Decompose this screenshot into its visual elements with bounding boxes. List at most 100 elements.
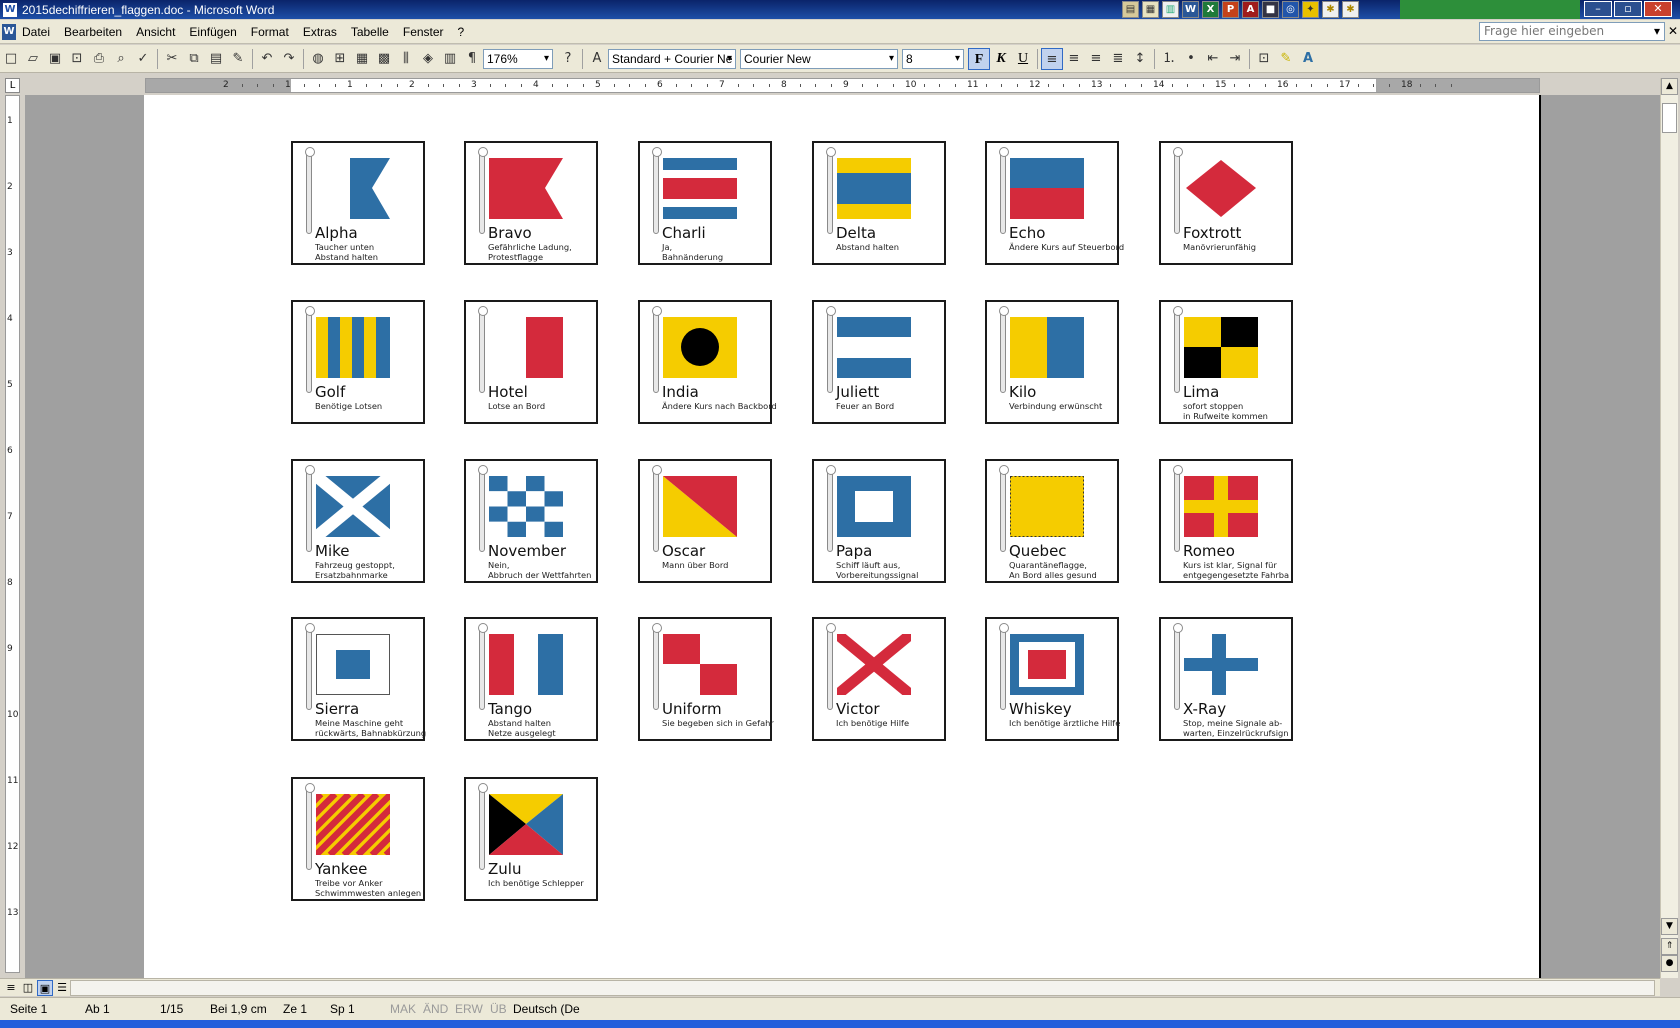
style-select[interactable]: Standard + Courier Ne [608,48,736,69]
show-formatting-icon[interactable]: ¶ [461,48,483,70]
flag-card[interactable]: Victor Ich benötige Hilfe [812,617,946,741]
flag-card[interactable]: Juliett Feuer an Bord [812,300,946,424]
styles-icon[interactable]: A [586,48,608,70]
flag-card[interactable]: November Nein, Abbruch der Wettfahrten [464,459,598,583]
help-search-input[interactable]: Frage hier eingeben [1479,22,1665,41]
print-preview-icon[interactable]: ⌕ [110,48,132,70]
tool-icon[interactable]: ■ [1262,1,1279,18]
globe-icon[interactable]: ◎ [1282,1,1299,18]
flag-card[interactable]: Echo Ändere Kurs auf Steuerbord [985,141,1124,265]
document-icon[interactable]: W [2,23,16,40]
italic-button[interactable]: K [990,48,1012,70]
flag-card[interactable]: Foxtrott Manövrierunfähig [1159,141,1293,265]
flag-card[interactable]: Whiskey Ich benötige ärztliche Hilfe [985,617,1120,741]
minimize-button[interactable]: – [1584,1,1612,17]
tab-selector-icon[interactable]: L [5,78,20,93]
flag-card[interactable]: Mike Fahrzeug gestoppt, Ersatzbahnmarke [291,459,425,583]
align-right-icon[interactable]: ≡ [1085,48,1107,70]
scroll-thumb[interactable] [1662,103,1677,133]
status-language[interactable]: Deutsch (De [513,1002,580,1016]
flag-card[interactable]: Oscar Mann über Bord [638,459,772,583]
font-color-icon[interactable]: A [1297,48,1319,70]
normal-view-icon[interactable]: ≡ [3,980,19,996]
flag-card[interactable]: Bravo Gefährliche Ladung, Protestflagge [464,141,598,265]
maximize-button[interactable]: ▫ [1614,1,1642,17]
lightbulb-icon[interactable]: ✱ [1322,1,1339,18]
flag-card[interactable]: Papa Schiff läuft aus, Vorbereitungssigna… [812,459,946,583]
decrease-indent-icon[interactable]: ⇤ [1202,48,1224,70]
insert-excel-icon[interactable]: ▩ [373,48,395,70]
bold-button[interactable]: F [968,47,990,70]
flag-card[interactable]: Yankee Treibe vor Anker Schwimmwesten anl… [291,777,425,901]
horizontal-scroll-track[interactable] [70,980,1655,996]
bullets-icon[interactable]: • [1180,48,1202,70]
scroll-down-button[interactable]: ▼ [1661,918,1678,935]
horizontal-scrollbar[interactable]: ≡ ◫ ▣ ☰ [0,978,1660,996]
flag-card[interactable]: Golf Benötige Lotsen [291,300,425,424]
horizontal-ruler[interactable]: 2 1 1 2 3 4 5 6 7 8 9 10 11 12 13 14 15 16 17 18 [145,78,1540,93]
document-page[interactable]: Alpha Taucher unten Abstand halten Bravo Ge… [144,95,1541,978]
copy-icon[interactable]: ⧉ [183,48,205,70]
status-extend[interactable]: ERW [455,1002,483,1016]
flag-card[interactable]: Delta Abstand halten [812,141,946,265]
word-app-icon[interactable]: W [3,2,17,17]
flag-card[interactable]: X-Ray Stop, meine Signale ab- warten, Ein… [1159,617,1293,741]
drawing-icon[interactable]: ◈ [417,48,439,70]
highlight-icon[interactable]: ✎ [1275,48,1297,70]
save-icon[interactable]: ▣ [44,48,66,70]
flag-card[interactable]: Uniform Sie begeben sich in Gefahr [638,617,774,741]
flag-card[interactable]: Tango Abstand halten Netze ausgelegt [464,617,598,741]
flag-card[interactable]: Zulu Ich benötige Schlepper [464,777,598,901]
cut-icon[interactable]: ✂ [161,48,183,70]
help-icon[interactable]: ? [557,48,579,70]
lightbulb-icon-2[interactable]: ✱ [1342,1,1359,18]
border-icon[interactable]: ⊡ [1253,48,1275,70]
font-size-select[interactable]: 8 [902,48,964,69]
flag-card[interactable]: India Ändere Kurs nach Backbord [638,300,777,424]
flag-card[interactable]: Alpha Taucher unten Abstand halten [291,141,425,265]
permission-icon[interactable]: ⊡ [66,48,88,70]
menu-ansicht[interactable]: Ansicht [136,25,175,39]
menu-fenster[interactable]: Fenster [403,25,444,39]
insert-table-icon[interactable]: ▦ [351,48,373,70]
paste-icon[interactable]: ▤ [205,48,227,70]
menu-help[interactable]: ? [458,25,465,39]
powerpoint-icon[interactable]: P [1222,1,1239,18]
menu-extras[interactable]: Extras [303,25,337,39]
numbering-icon[interactable]: ⒈ [1158,48,1180,70]
excel-icon[interactable]: X [1202,1,1219,18]
app-icon[interactable]: ▤ [1122,1,1139,18]
flag-card[interactable]: Lima sofort stoppen in Rufweite kommen [1159,300,1293,424]
flag-card[interactable]: Romeo Kurs ist klar, Signal für entgegeng… [1159,459,1293,583]
menu-datei[interactable]: Datei [22,25,50,39]
outline-view-icon[interactable]: ☰ [54,980,70,996]
acrobat-icon[interactable]: A [1242,1,1259,18]
flag-card[interactable]: Hotel Lotse an Bord [464,300,598,424]
calc-icon[interactable]: ▥ [1162,1,1179,18]
columns-icon[interactable]: ⫼ [395,48,417,70]
previous-page-button[interactable]: ⇑ [1661,938,1678,955]
web-view-icon[interactable]: ◫ [20,980,36,996]
doc-icon[interactable]: ▦ [1142,1,1159,18]
status-macro-recorder[interactable]: MAK [390,1002,416,1016]
zoom-select[interactable]: 176% [483,48,553,69]
menu-bearbeiten[interactable]: Bearbeiten [64,25,122,39]
print-layout-icon[interactable]: ▣ [37,980,53,996]
line-spacing-icon[interactable]: ↕ [1129,48,1151,70]
flag-card[interactable]: Quebec Quarantäneflagge, An Bord alles ge… [985,459,1119,583]
hyperlink-icon[interactable]: ◍ [307,48,329,70]
menu-format[interactable]: Format [251,25,289,39]
tables-borders-icon[interactable]: ⊞ [329,48,351,70]
undo-icon[interactable]: ↶ [256,48,278,70]
justify-icon[interactable]: ≣ [1107,48,1129,70]
document-close-icon[interactable]: ✕ [1668,24,1678,38]
vertical-ruler[interactable]: 1 2 3 4 5 6 7 8 9 10 11 12 13 [5,95,20,973]
browse-object-button[interactable]: ● [1661,955,1678,972]
spellcheck-icon[interactable]: ✓ [132,48,154,70]
print-icon[interactable]: ⎙ [88,48,110,70]
gear-icon[interactable]: ✦ [1302,1,1319,18]
format-painter-icon[interactable]: ✎ [227,48,249,70]
font-select[interactable]: Courier New [740,48,898,69]
scroll-up-button[interactable]: ▲ [1661,78,1678,95]
menu-einfuegen[interactable]: Einfügen [189,25,236,39]
